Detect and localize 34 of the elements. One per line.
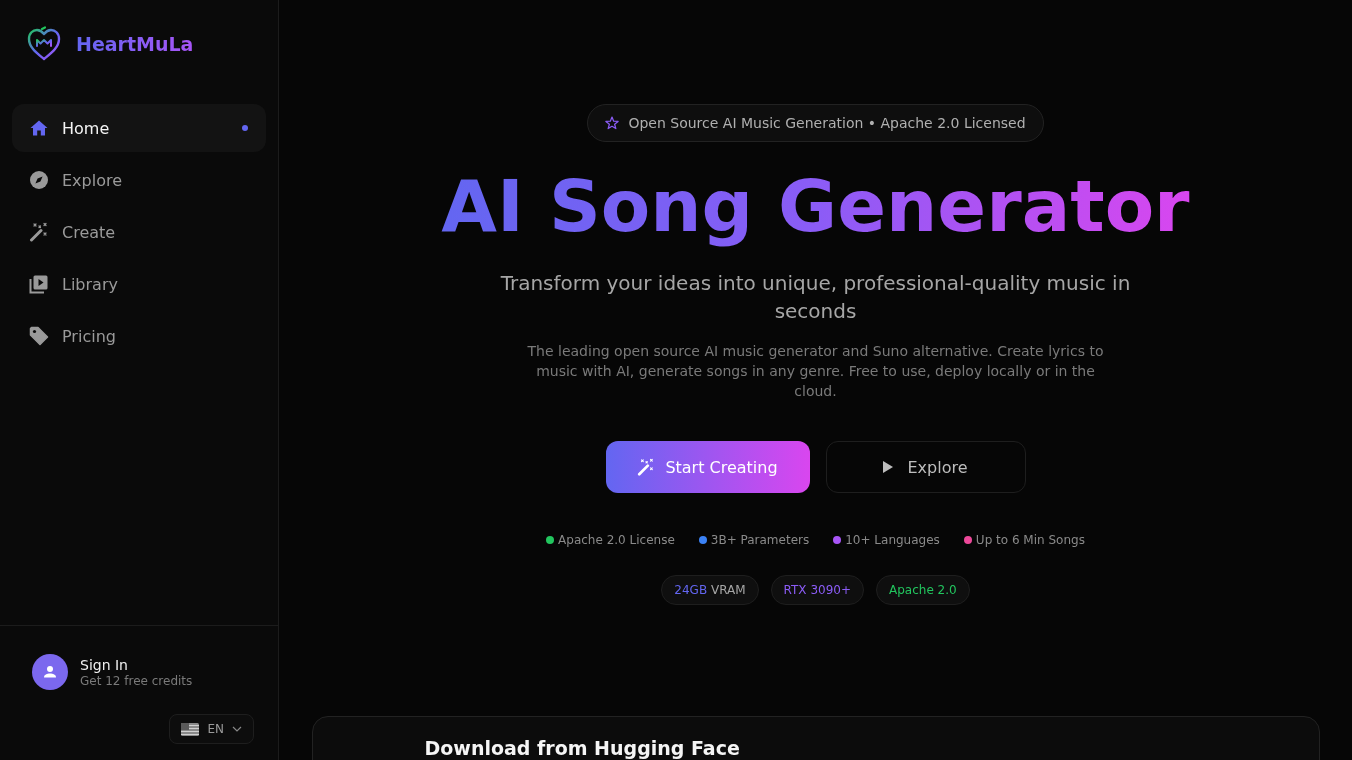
start-creating-button[interactable]: Start Creating [605,441,810,494]
hero-subtitle: Transform your ideas into unique, professional-quality music in seconds [499,270,1132,326]
hero-description: The leading open source AI music generator and Suno alternative. Create lyrics to music with AI, generate songs in any genre. Free to use, deploy locally or in the cloud. [526,342,1105,402]
magic-wand-icon [29,222,49,242]
nav-item[interactable]: Library [12,260,266,308]
nav-item[interactable]: Home [12,104,266,152]
explore-button[interactable]: Explore [825,441,1026,494]
nav-item[interactable]: Explore [12,156,266,204]
active-dot-icon [242,125,248,131]
play-icon [883,461,894,474]
compass-icon [29,170,49,190]
nav-item[interactable]: Pricing [12,312,266,360]
flag-icon [181,722,200,736]
announcement-badge: Open Source AI Music Generation • Apache 2.0 Licensed [587,104,1044,142]
sign-in-link[interactable]: Sign In [80,656,193,673]
spec-tag: 24GB VRAM [661,575,759,606]
feature-label: Up to 6 Min Songs [975,533,1085,548]
card-title: Download from Hugging Face [424,738,741,759]
magic-wand-icon [637,458,656,477]
star-icon [605,116,620,130]
spec-tag: RTX 3090+ [770,575,864,606]
avatar-icon[interactable] [32,654,68,690]
home-icon [29,118,49,138]
video-library-icon [29,274,49,294]
chevron-down-icon [232,726,242,732]
nav-item[interactable]: Create [12,208,266,256]
heart-logo-icon [26,26,62,62]
language-selector[interactable]: EN [169,714,254,744]
price-tag-icon [29,326,49,346]
spec-tag: Apache 2.0 [876,575,970,606]
credits-text: Get 12 free credits [80,673,193,688]
feature-label: 10+ Languages [845,533,940,548]
feature-label: 3B+ Parameters [710,533,810,548]
feature-label: Apache 2.0 License [558,533,675,548]
